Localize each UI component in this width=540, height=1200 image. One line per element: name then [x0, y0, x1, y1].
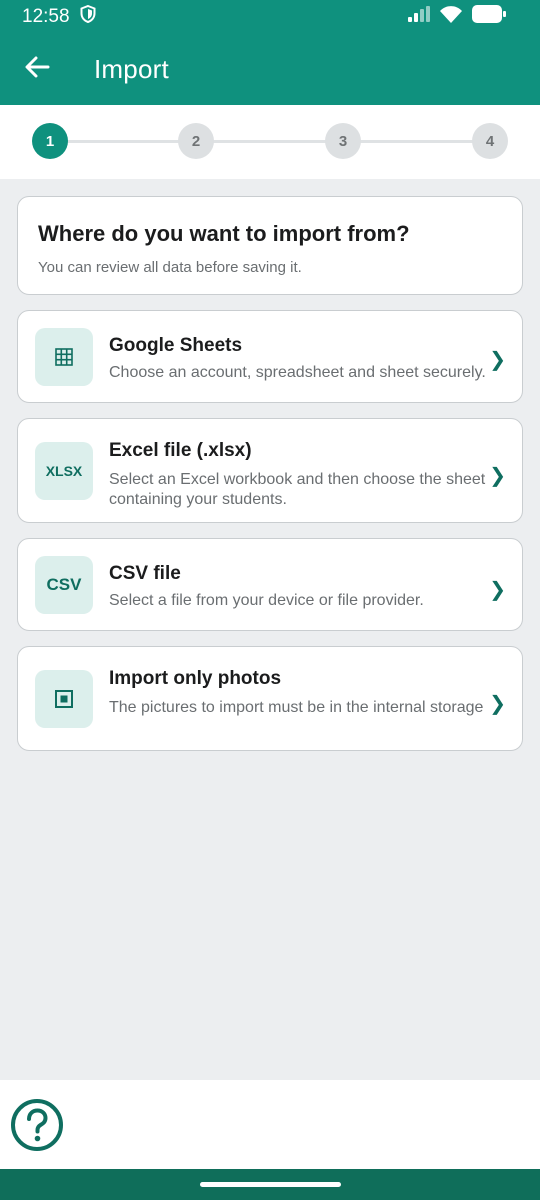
intro-card: Where do you want to import from? You ca…	[17, 196, 523, 295]
photo-icon	[35, 670, 93, 728]
step-1: 1	[32, 123, 68, 159]
intro-heading: Where do you want to import from?	[38, 221, 410, 246]
xlsx-icon: XLSX	[35, 442, 93, 500]
step-3: 3	[325, 123, 361, 159]
battery-icon	[472, 5, 506, 28]
bottom-bar	[0, 1080, 540, 1169]
shield-icon	[80, 4, 96, 29]
option-description: The pictures to import must be in the in…	[109, 699, 484, 716]
status-bar: 12:58	[0, 0, 540, 33]
home-gesture-handle[interactable]	[200, 1182, 341, 1187]
stepper-line	[50, 140, 490, 143]
step-4: 4	[472, 123, 508, 159]
option-title: CSV file	[109, 563, 181, 584]
stepper: 1 2 3 4	[0, 105, 540, 179]
system-nav-bar	[0, 1169, 540, 1200]
status-time: 12:58	[22, 5, 70, 27]
step-2: 2	[178, 123, 214, 159]
csv-icon: CSV	[35, 556, 93, 614]
option-title: Excel file (.xlsx)	[109, 440, 252, 461]
option-google-sheets[interactable]: Google Sheets Choose an account, spreads…	[17, 310, 523, 403]
signal-icon	[408, 6, 430, 27]
option-description: Choose an account, spreadsheet and sheet…	[109, 364, 486, 381]
option-title: Google Sheets	[109, 335, 243, 356]
back-button[interactable]	[0, 33, 74, 105]
chevron-right-icon: ❯	[489, 579, 506, 601]
grid-icon	[35, 328, 93, 386]
help-icon	[10, 1099, 64, 1156]
option-title: Import only photos	[109, 668, 282, 689]
help-button[interactable]	[10, 1098, 64, 1152]
arrow-left-icon	[24, 56, 50, 83]
app-bar: Import	[0, 33, 540, 105]
option-description: Select an Excel workbook and then choose…	[109, 471, 486, 508]
option-excel-file[interactable]: XLSX Excel file (.xlsx) Select an Excel …	[17, 418, 523, 523]
chevron-right-icon: ❯	[489, 465, 506, 487]
option-description: Select a file from your device or file p…	[109, 592, 424, 609]
page-title: Import	[94, 53, 169, 84]
intro-subtitle: You can review all data before saving it…	[38, 259, 302, 276]
option-import-photos[interactable]: Import only photos The pictures to impor…	[17, 646, 523, 751]
option-csv-file[interactable]: CSV CSV file Select a file from your dev…	[17, 538, 523, 631]
wifi-icon	[440, 5, 462, 28]
chevron-right-icon: ❯	[489, 693, 506, 715]
chevron-right-icon: ❯	[489, 349, 506, 371]
